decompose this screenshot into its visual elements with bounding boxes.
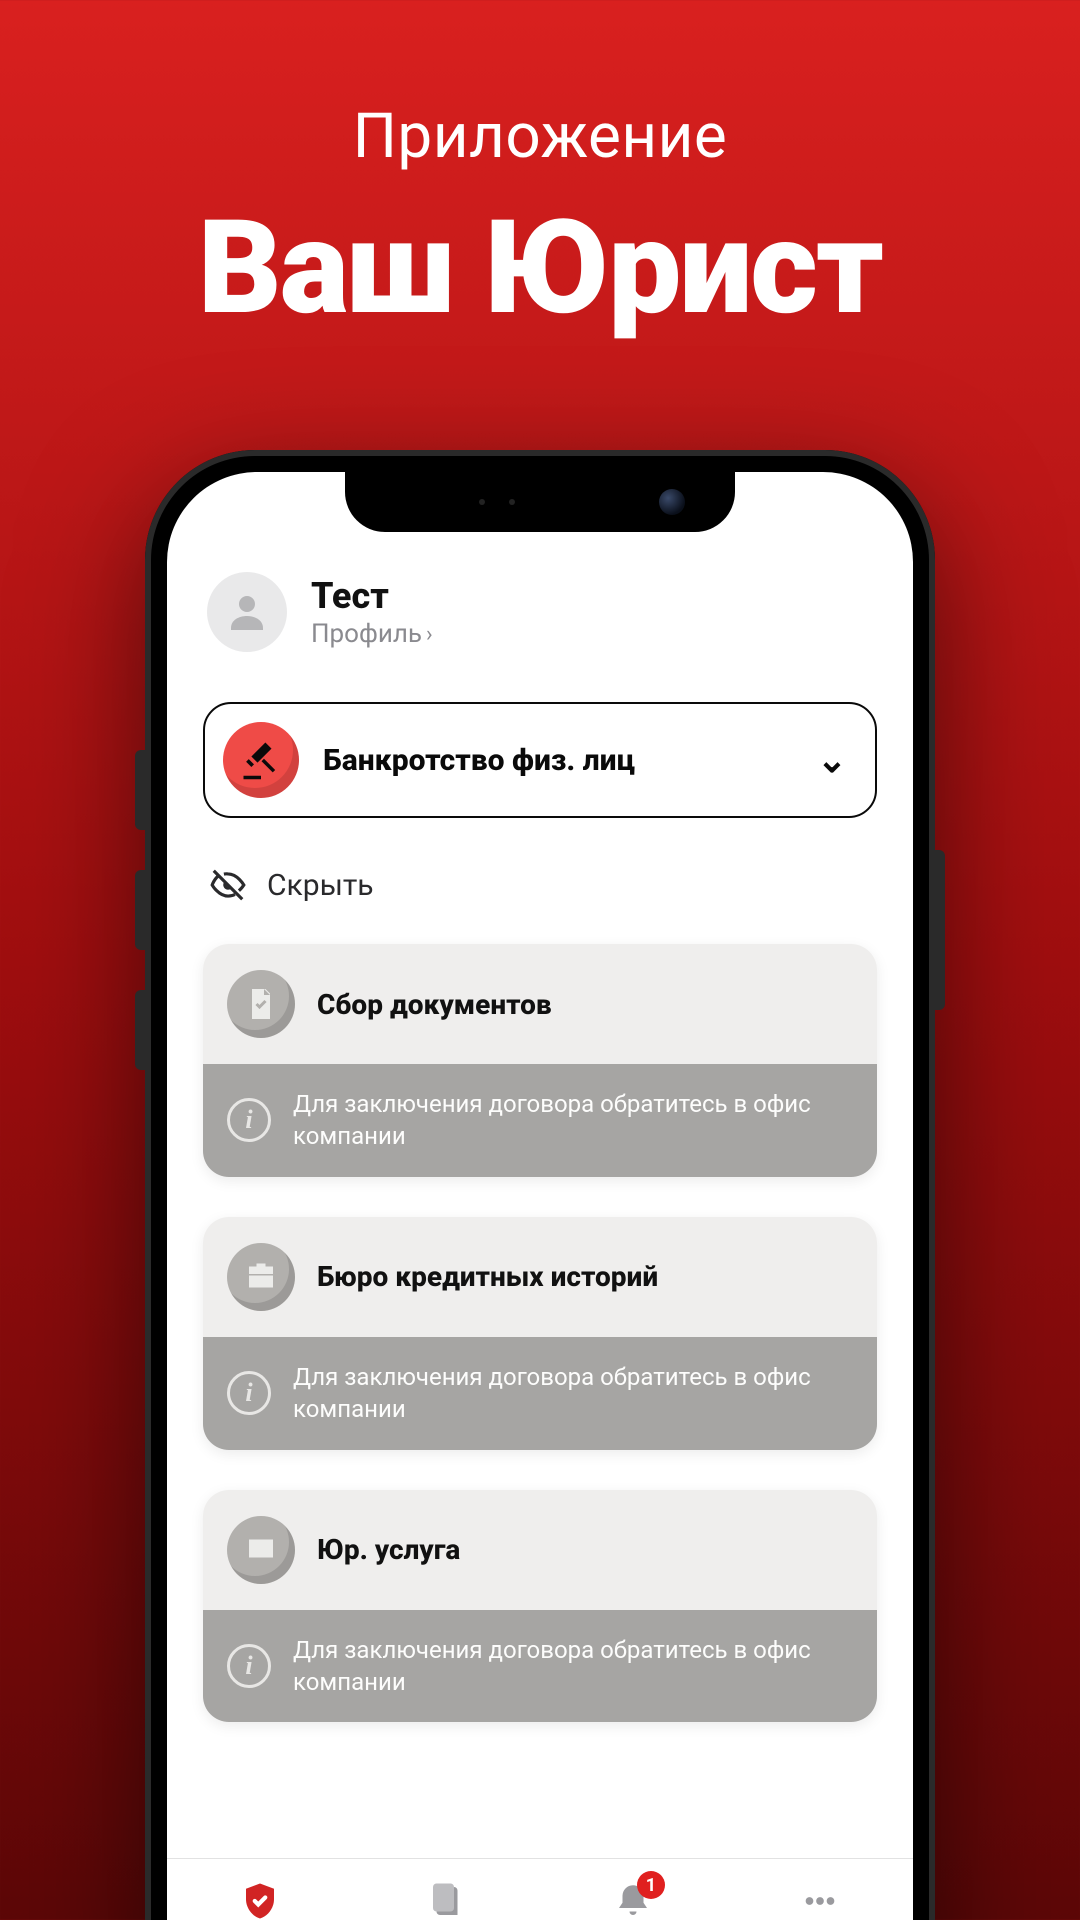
tab-deals[interactable]: Сделки (167, 1859, 354, 1920)
phone-screen: Тест Профиль › Банкротство физ. лиц ⌄ (167, 472, 913, 1920)
hide-label: Скрыть (267, 868, 374, 903)
info-icon: i (227, 1098, 271, 1142)
promo-title: Ваш Юрист (0, 203, 1080, 333)
info-icon: i (227, 1371, 271, 1415)
notification-badge: 1 (637, 1871, 665, 1899)
document-icon (227, 970, 295, 1038)
chevron-down-icon: ⌄ (817, 739, 847, 781)
eye-off-icon (209, 866, 247, 904)
service-icon (227, 1516, 295, 1584)
deal-card-title: Бюро кредитных историй (317, 1260, 658, 1293)
deal-card-message: Для заключения договора обратитесь в офи… (293, 1634, 853, 1699)
profile-row[interactable]: Тест Профиль › (203, 572, 877, 652)
tab-documents[interactable]: Документы (354, 1859, 541, 1920)
tab-more[interactable]: Еще (727, 1859, 914, 1920)
user-icon (223, 588, 271, 636)
tab-notifications[interactable]: 1 Уведомления (540, 1859, 727, 1920)
deal-card[interactable]: Бюро кредитных историй i Для заключения … (203, 1217, 877, 1450)
deal-card-title: Сбор документов (317, 988, 552, 1021)
phone-frame: Тест Профиль › Банкротство физ. лиц ⌄ (145, 450, 935, 1920)
deal-card-title: Юр. услуга (317, 1533, 460, 1566)
avatar (207, 572, 287, 652)
info-icon: i (227, 1644, 271, 1688)
deal-card-message: Для заключения договора обратитесь в офи… (293, 1361, 853, 1426)
tab-bar: Сделки Документы 1 Уведомления Еще (167, 1858, 913, 1920)
chevron-right-icon: › (426, 622, 433, 647)
promo-heading: Приложение Ваш Юрист (0, 0, 1080, 333)
app-content: Тест Профиль › Банкротство физ. лиц ⌄ (167, 472, 913, 1858)
hide-toggle[interactable]: Скрыть (203, 866, 877, 904)
shield-check-icon (236, 1877, 284, 1920)
deal-card[interactable]: Юр. услуга i Для заключения договора обр… (203, 1490, 877, 1723)
phone-notch (345, 472, 735, 532)
documents-icon (423, 1877, 471, 1920)
category-label: Банкротство физ. лиц (323, 743, 793, 778)
profile-link[interactable]: Профиль › (311, 619, 433, 649)
category-selector[interactable]: Банкротство физ. лиц ⌄ (203, 702, 877, 818)
gavel-icon (223, 722, 299, 798)
deal-card[interactable]: Сбор документов i Для заключения договор… (203, 944, 877, 1177)
promo-subtitle: Приложение (0, 100, 1080, 173)
profile-link-label: Профиль (311, 619, 422, 649)
deal-card-message: Для заключения договора обратитесь в офи… (293, 1088, 853, 1153)
profile-name: Тест (311, 575, 433, 617)
briefcase-icon (227, 1243, 295, 1311)
more-icon (796, 1877, 844, 1920)
